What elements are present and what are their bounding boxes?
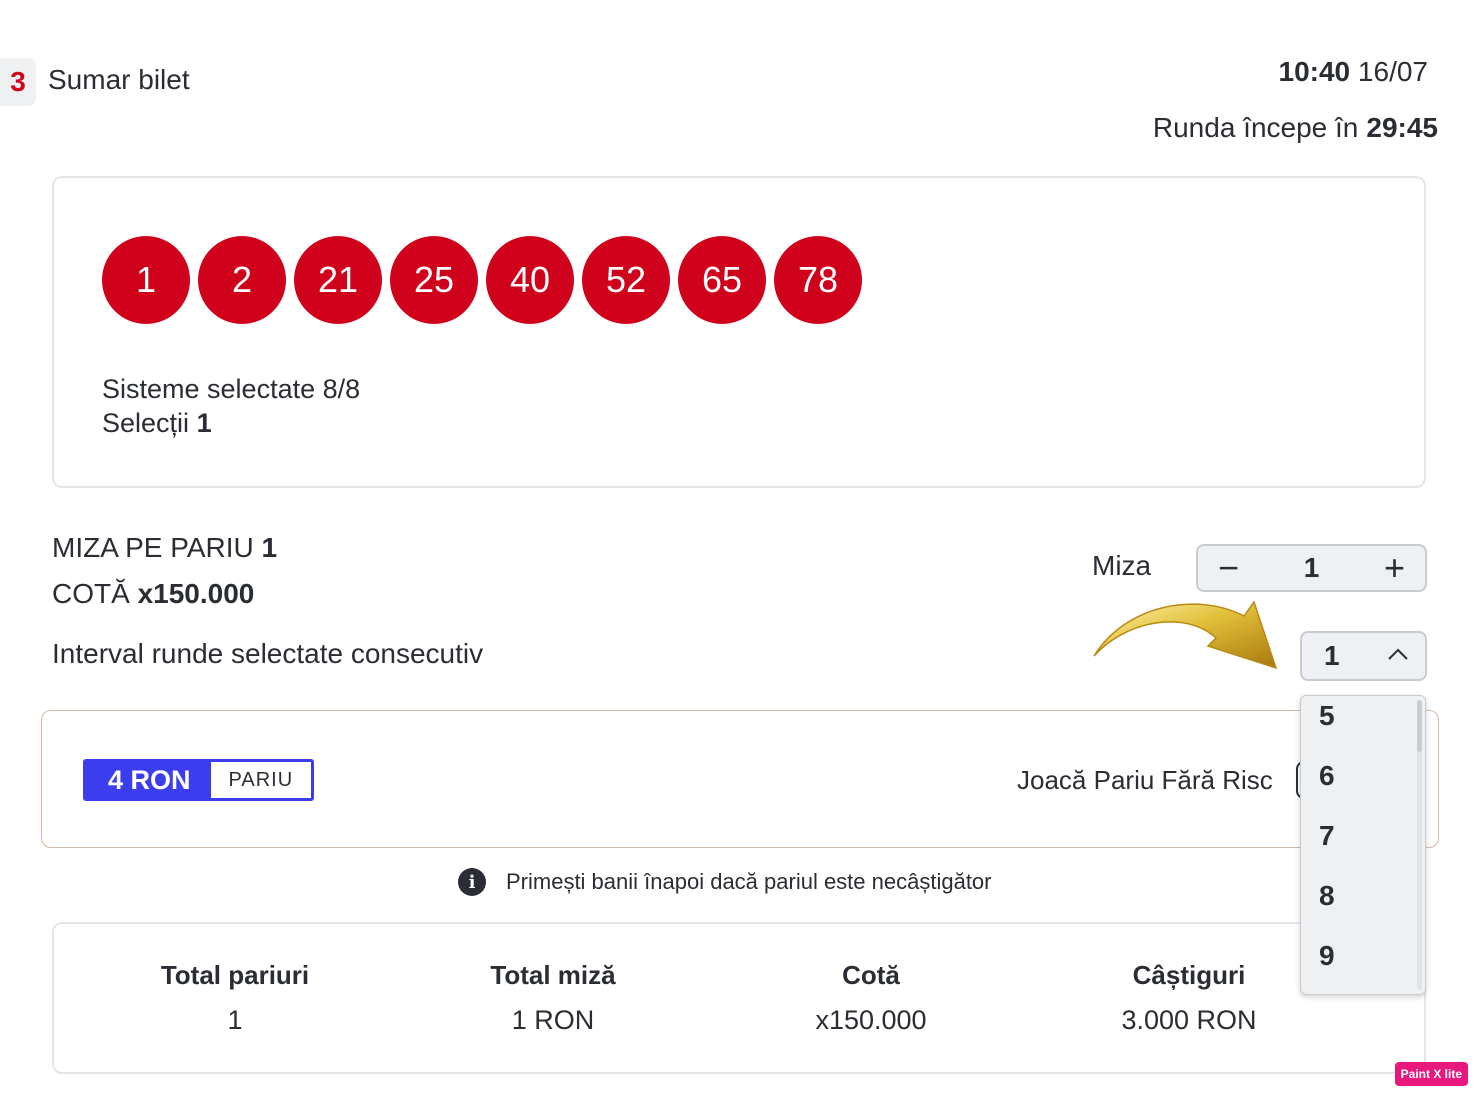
promo-tag: PARIU — [210, 762, 312, 798]
chevron-up-icon — [1387, 647, 1409, 666]
total-bets-value: 1 — [227, 1005, 243, 1035]
selections-value: 1 — [196, 408, 212, 438]
systems-selected: Sisteme selectate 8/8 — [102, 374, 361, 404]
refund-info-text: Primești banii înapoi dacă pariul este n… — [506, 869, 992, 894]
selections-count: Selecții 1 — [102, 406, 360, 440]
stake-per-bet-label: MIZA PE PARIU — [52, 532, 254, 563]
odds-label: COTĂ — [52, 578, 130, 609]
selections-label: Selecții — [102, 408, 190, 438]
number-ball: 25 — [390, 236, 478, 324]
number-ball: 1 — [102, 236, 190, 324]
stake-decrease-button[interactable]: − — [1218, 550, 1239, 586]
odds: COTĂ x150.000 — [52, 578, 254, 610]
dropdown-scrollbar-thumb[interactable] — [1417, 700, 1422, 752]
rounds-select[interactable]: 1 — [1300, 631, 1427, 681]
total-bets-label: Total pariuri — [160, 960, 310, 990]
rounds-option[interactable]: 8 — [1301, 866, 1425, 926]
odds-value: x150.000 — [137, 578, 255, 609]
watermark-logo: Paint X lite — [1394, 1062, 1468, 1086]
total-winnings-label: Câștiguri — [1132, 960, 1246, 990]
info-icon: i — [458, 868, 486, 896]
rounds-option[interactable]: 9 — [1301, 926, 1425, 986]
stake-label: Miza — [1092, 550, 1152, 581]
countdown-label: Runda începe în — [1152, 112, 1359, 143]
promo-amount: 4 RON — [86, 762, 211, 798]
rounds-option[interactable]: 7 — [1301, 806, 1425, 866]
selection-card: 1 2 21 25 40 52 65 78 Sisteme selectate … — [52, 176, 1426, 488]
number-ball: 2 — [198, 236, 286, 324]
clock-date: 16/07 — [1357, 56, 1428, 87]
page-title: Sumar bilet — [48, 64, 190, 95]
total-winnings-value: 3.000 RON — [1121, 1005, 1257, 1035]
total-bets: Total pariuri 1 — [115, 960, 355, 1036]
pointer-arrow-icon — [1093, 600, 1278, 670]
stake-per-bet-value: 1 — [261, 532, 278, 563]
stake-per-bet: MIZA PE PARIU 1 — [52, 532, 277, 564]
total-stake-value: 1 RON — [511, 1005, 595, 1035]
number-ball: 65 — [678, 236, 766, 324]
rounds-select-value: 1 — [1324, 640, 1340, 671]
number-ball: 21 — [294, 236, 382, 324]
round-countdown: Runda începe în 29:45 — [1153, 112, 1438, 144]
total-odds: Cotă x150.000 — [751, 960, 991, 1036]
stake-stepper: − 1 + — [1196, 544, 1427, 592]
clock: 10:40 16/07 — [1279, 56, 1428, 88]
number-ball: 40 — [486, 236, 574, 324]
stake-increase-button[interactable]: + — [1384, 550, 1405, 586]
number-ball: 78 — [774, 236, 862, 324]
total-winnings: Câștiguri 3.000 RON — [1069, 960, 1309, 1036]
selected-numbers: 1 2 21 25 40 52 65 78 — [102, 236, 862, 324]
rounds-dropdown-list: 5 6 7 8 9 — [1300, 695, 1426, 995]
dropdown-scrollbar[interactable] — [1417, 700, 1422, 990]
number-ball: 52 — [582, 236, 670, 324]
stake-value[interactable]: 1 — [1304, 552, 1320, 584]
total-stake: Total miză 1 RON — [433, 960, 673, 1036]
refund-info: i Primești banii înapoi dacă pariul este… — [458, 868, 992, 896]
total-stake-label: Total miză — [490, 960, 616, 990]
total-odds-label: Cotă — [842, 960, 900, 990]
clock-time: 10:40 — [1278, 56, 1351, 87]
rounds-interval-label: Interval runde selectate consecutiv — [52, 638, 484, 669]
selection-info: Sisteme selectate 8/8 Selecții 1 — [102, 372, 360, 440]
totals-card: Total pariuri 1 Total miză 1 RON Cotă x1… — [52, 922, 1426, 1074]
total-odds-value: x150.000 — [815, 1005, 927, 1035]
promo-label: Joacă Pariu Fără Risc — [1017, 765, 1273, 795]
rounds-option[interactable]: 5 — [1301, 696, 1425, 746]
promo-badge: 4 RON PARIU — [83, 759, 315, 801]
countdown-value: 29:45 — [1366, 112, 1438, 143]
step-number-badge: 3 — [0, 58, 36, 106]
rounds-option[interactable]: 6 — [1301, 746, 1425, 806]
risk-free-promo-card: 4 RON PARIU Joacă Pariu Fără Risc — [41, 710, 1439, 848]
